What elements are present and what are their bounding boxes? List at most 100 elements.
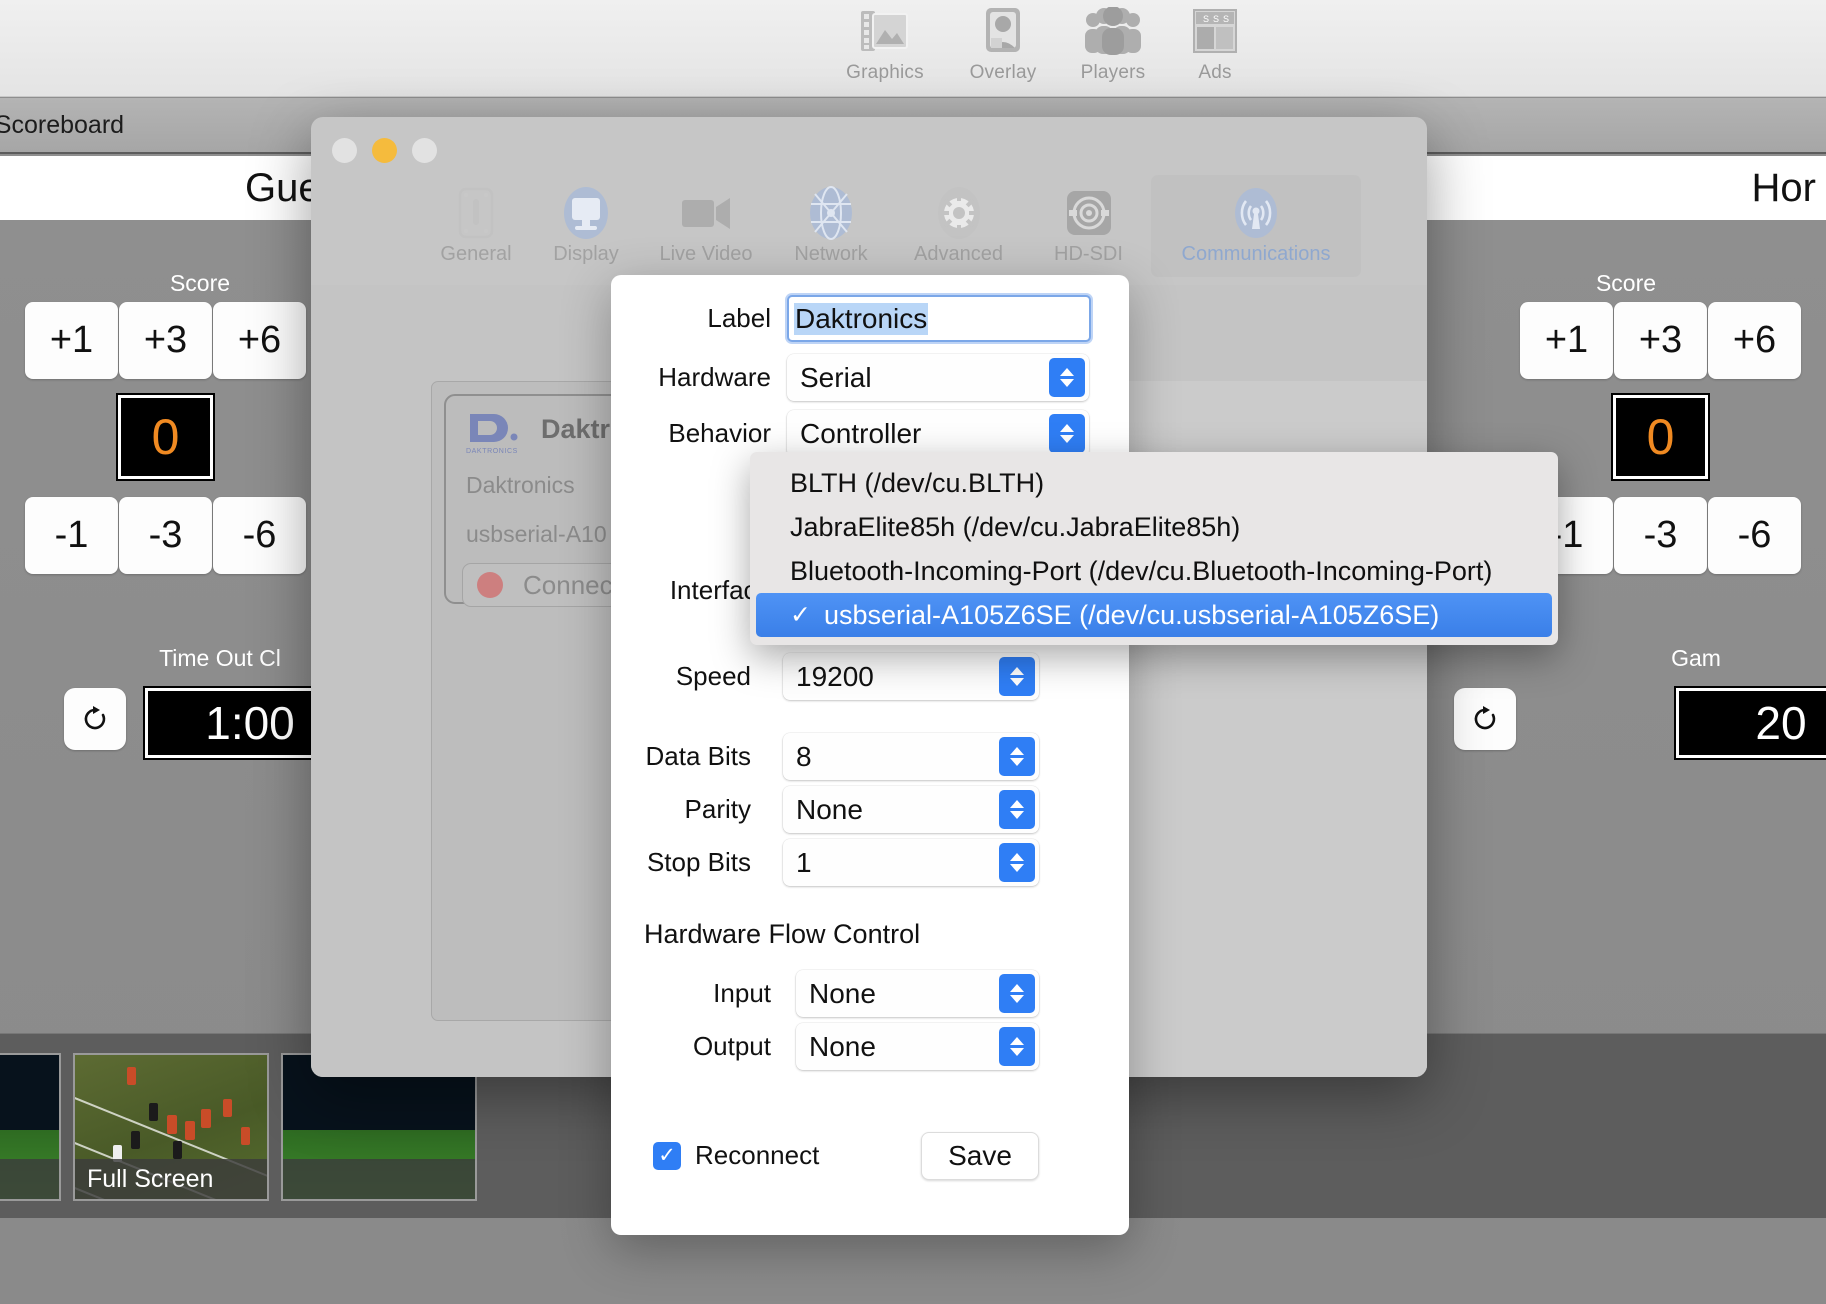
toolbar-label-players: Players: [1080, 62, 1146, 83]
reconnect-checkbox[interactable]: ✓: [653, 1141, 681, 1170]
chevron-updown-icon: [999, 737, 1035, 776]
guest-plus-1-button[interactable]: +1: [25, 302, 118, 379]
field-row-behavior: Behavior Controller: [611, 410, 1101, 457]
background-window-title: tball Scoreboard: [0, 110, 125, 139]
guest-score-display: 0: [116, 393, 215, 481]
guest-minus-3-button[interactable]: -3: [119, 497, 212, 574]
field-row-flow-output: Output None: [611, 1023, 1101, 1070]
behavior-field-label: Behavior: [668, 418, 771, 448]
toolbar-label-overlay: Overlay: [969, 62, 1037, 83]
interface-popup-menu: BLTH (/dev/cu.BLTH) JabraElite85h (/dev/…: [750, 452, 1558, 645]
guest-score-label: Score: [169, 270, 231, 296]
stop-bits-field-label: Stop Bits: [646, 847, 751, 877]
overlay-icon: [948, 2, 1058, 60]
speed-select[interactable]: 19200: [783, 653, 1039, 700]
toolbar-item-players[interactable]: Players: [1058, 2, 1168, 84]
flow-output-select[interactable]: None: [796, 1023, 1039, 1070]
home-score-display: 0: [1611, 393, 1710, 481]
flow-output-label: Output: [692, 1031, 771, 1061]
parity-select-value: None: [796, 793, 863, 825]
advanced-gear-icon: [935, 185, 983, 241]
communications-icon: [1232, 185, 1280, 241]
home-plus-3-button[interactable]: +3: [1614, 302, 1707, 379]
home-clock-reset-button[interactable]: [1454, 688, 1516, 750]
behavior-select[interactable]: Controller: [787, 410, 1089, 457]
minimize-button[interactable]: [372, 138, 397, 163]
menu-item-jabraelite85h[interactable]: JabraElite85h (/dev/cu.JabraElite85h): [750, 505, 1558, 549]
home-minus-3-button[interactable]: -3: [1614, 497, 1707, 574]
hardware-flow-control-title: Hardware Flow Control: [644, 919, 921, 949]
tab-hd-sdi[interactable]: HD-SDI: [1026, 175, 1151, 277]
svg-text:S: S: [1223, 14, 1229, 24]
tab-advanced[interactable]: Advanced: [891, 175, 1026, 277]
tab-live-video[interactable]: Live Video: [641, 175, 771, 277]
reconnect-checkbox-row[interactable]: ✓ Reconnect: [653, 1140, 819, 1171]
menu-item-usbserial-a105z6se[interactable]: ✓ usbserial-A105Z6SE (/dev/cu.usbserial-…: [756, 593, 1552, 637]
home-minus-6-button[interactable]: -6: [1708, 497, 1801, 574]
device-card-port: usbserial-A10: [466, 521, 607, 547]
label-input-value: Daktronics: [794, 302, 929, 335]
thumbnail-caption: Full Screen: [75, 1159, 267, 1199]
edit-device-sheet: Label Daktronics Hardware Serial Behavio…: [611, 275, 1129, 1235]
tab-label-live-video: Live Video: [659, 243, 753, 265]
guest-minus-6-button[interactable]: -6: [213, 497, 306, 574]
data-bits-select-value: 8: [796, 740, 812, 772]
flow-input-value: None: [809, 977, 876, 1009]
tab-label-network: Network: [794, 243, 868, 265]
hardware-select[interactable]: Serial: [787, 354, 1089, 401]
field-row-stop-bits: Stop Bits 1: [611, 839, 1101, 886]
tab-network[interactable]: Network: [771, 175, 891, 277]
check-icon: ✓: [790, 601, 811, 629]
tab-label-communications: Communications: [1181, 243, 1331, 265]
toolbar-label-graphics: Graphics: [846, 62, 924, 83]
label-input[interactable]: Daktronics: [787, 295, 1091, 342]
interface-field-label: Interface: [669, 575, 771, 605]
close-button[interactable]: [332, 138, 357, 163]
guest-minus-1-button[interactable]: -1: [25, 497, 118, 574]
thumbnail-caption: [0, 1159, 59, 1199]
chevron-updown-icon: [999, 843, 1035, 882]
chevron-updown-icon: [1049, 358, 1085, 397]
tab-general[interactable]: General: [421, 175, 531, 277]
stop-bits-select[interactable]: 1: [783, 839, 1039, 886]
thumbnail-item-1[interactable]: [0, 1053, 61, 1201]
device-card-subtitle: Daktronics: [466, 472, 575, 498]
menu-item-blth[interactable]: BLTH (/dev/cu.BLTH): [750, 461, 1558, 505]
toolbar-item-graphics[interactable]: Graphics: [830, 2, 940, 84]
save-button[interactable]: Save: [921, 1132, 1039, 1180]
thumbnail-item-2[interactable]: Full Screen: [73, 1053, 269, 1201]
flow-input-select[interactable]: None: [796, 970, 1039, 1017]
reconnect-label: Reconnect: [695, 1140, 820, 1170]
home-plus-1-button[interactable]: +1: [1520, 302, 1613, 379]
device-connect-label: Connec: [523, 569, 613, 600]
menu-item-label: BLTH (/dev/cu.BLTH): [790, 467, 1045, 498]
parity-field-label: Parity: [684, 794, 751, 824]
flow-input-label: Input: [713, 978, 771, 1008]
reset-icon: [1474, 706, 1496, 730]
menu-item-bluetooth-incoming-port[interactable]: Bluetooth-Incoming-Port (/dev/cu.Bluetoo…: [750, 549, 1558, 593]
tab-display[interactable]: Display: [531, 175, 641, 277]
stop-bits-select-value: 1: [796, 846, 812, 878]
home-score-label: Score: [1595, 270, 1657, 296]
svg-text:DAKTRONICS: DAKTRONICS: [466, 448, 518, 455]
background-toolbar: Graphics Overlay Players S S S Ads: [0, 0, 1826, 97]
graphics-icon: [830, 2, 940, 60]
thumbnail-caption: [283, 1159, 475, 1199]
display-icon: [562, 185, 610, 241]
data-bits-select[interactable]: 8: [783, 733, 1039, 780]
menu-item-label: usbserial-A105Z6SE (/dev/cu.usbserial-A1…: [824, 599, 1440, 630]
guest-plus-3-button[interactable]: +3: [119, 302, 212, 379]
zoom-button[interactable]: [412, 138, 437, 163]
toolbar-item-ads[interactable]: S S S Ads: [1160, 2, 1270, 84]
guest-clock-reset-button[interactable]: [64, 688, 126, 750]
tab-communications[interactable]: Communications: [1151, 175, 1361, 277]
hd-sdi-icon: [1063, 185, 1115, 241]
home-plus-6-button[interactable]: +6: [1708, 302, 1801, 379]
reset-icon: [84, 706, 106, 730]
network-icon: [806, 185, 856, 241]
toolbar-item-overlay[interactable]: Overlay: [948, 2, 1058, 84]
guest-plus-6-button[interactable]: +6: [213, 302, 306, 379]
parity-select[interactable]: None: [783, 786, 1039, 833]
field-row-label: Label Daktronics: [611, 295, 1101, 342]
guest-team-name: Gue: [245, 165, 321, 210]
